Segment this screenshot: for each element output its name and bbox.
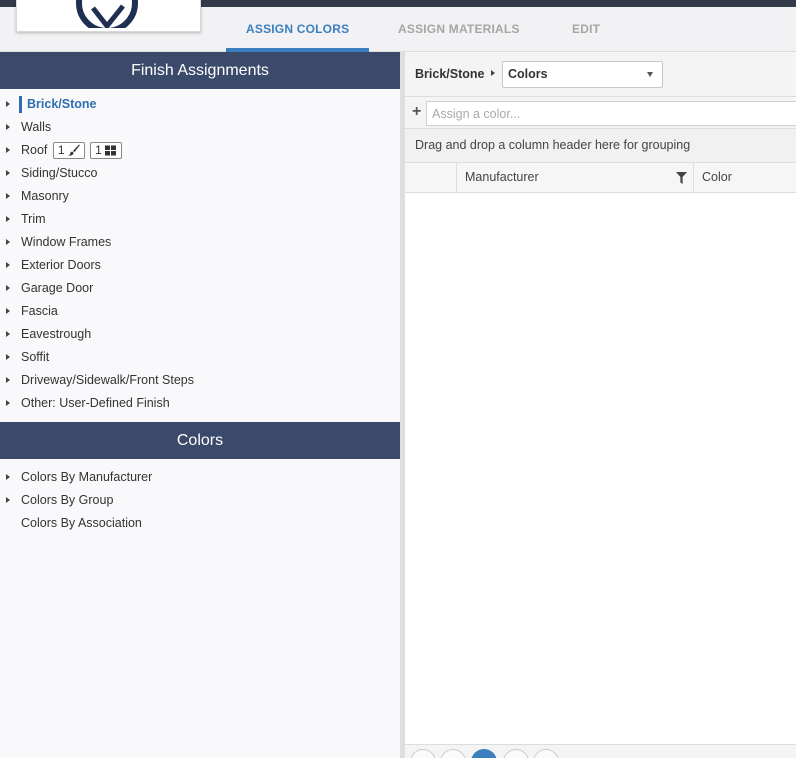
grid-icon — [104, 145, 116, 156]
colors-tree: Colors By Manufacturer Colors By Group C… — [0, 459, 400, 535]
tree-item-fascia[interactable]: Fascia — [0, 300, 400, 323]
breadcrumb[interactable]: Brick/Stone — [415, 67, 484, 81]
tree-item-other-user-defined[interactable]: Other: User-Defined Finish — [0, 392, 400, 415]
caret-right-icon[interactable] — [6, 147, 10, 153]
pager-prev-button[interactable] — [440, 749, 466, 758]
tree-item-label: Siding/Stucco — [21, 166, 98, 180]
tree-item-colors-by-association[interactable]: Colors By Association — [0, 512, 400, 535]
grid-pager — [405, 744, 796, 758]
tree-item-garage-door[interactable]: Garage Door — [0, 277, 400, 300]
caret-right-icon[interactable] — [6, 101, 10, 107]
tree-item-trim[interactable]: Trim — [0, 208, 400, 231]
logo-emblem-icon — [76, 0, 138, 28]
tree-item-label: Exterior Doors — [21, 258, 101, 272]
tab-assign-colors[interactable]: ASSIGN COLORS — [225, 7, 370, 52]
filter-icon[interactable] — [676, 172, 687, 184]
tree-item-label: Roof — [21, 143, 48, 157]
pager-first-button[interactable] — [410, 749, 436, 758]
color-count-badge[interactable]: 1 — [52, 142, 85, 160]
tree-item-roof[interactable]: Roof 1 1 — [0, 139, 400, 162]
badge-count: 1 — [57, 143, 65, 158]
pager-last-button[interactable] — [533, 749, 559, 758]
tree-item-label: Garage Door — [21, 281, 94, 295]
caret-right-icon[interactable] — [6, 285, 10, 291]
column-header-manufacturer[interactable]: Manufacturer — [457, 163, 694, 193]
view-select-value: Colors — [508, 67, 548, 81]
grouping-drop-zone[interactable]: Drag and drop a column header here for g… — [405, 129, 796, 163]
logo[interactable] — [16, 0, 201, 32]
finish-assignments-tree: Brick/Stone Walls Roof 1 1 Siding/Stucco… — [0, 89, 400, 415]
tree-item-label: Driveway/Sidewalk/Front Steps — [21, 373, 194, 387]
pager-next-button[interactable] — [503, 749, 529, 758]
caret-right-icon[interactable] — [6, 474, 10, 480]
grid-body — [405, 193, 796, 744]
caret-right-icon[interactable] — [6, 124, 10, 130]
tree-item-label: Window Frames — [21, 235, 112, 249]
tree-item-walls[interactable]: Walls — [0, 116, 400, 139]
tree-item-label: Walls — [21, 120, 52, 134]
tab-assign-materials[interactable]: ASSIGN MATERIALS — [398, 7, 520, 52]
caret-right-icon[interactable] — [6, 262, 10, 268]
tree-item-label: Other: User-Defined Finish — [21, 396, 170, 410]
tree-item-label: Eavestrough — [21, 327, 92, 341]
caret-right-icon[interactable] — [6, 216, 10, 222]
column-header-label: Manufacturer — [465, 170, 539, 184]
paintbrush-icon — [67, 144, 80, 156]
badge-count: 1 — [95, 143, 102, 158]
tree-item-brick-stone[interactable]: Brick/Stone — [0, 93, 400, 116]
finish-assignments-header: Finish Assignments — [0, 52, 400, 89]
tab-edit[interactable]: EDIT — [572, 7, 600, 52]
caret-right-icon[interactable] — [6, 400, 10, 406]
caret-right-icon[interactable] — [6, 331, 10, 337]
caret-right-icon[interactable] — [6, 239, 10, 245]
caret-right-icon[interactable] — [6, 377, 10, 383]
tree-item-label: Masonry — [21, 189, 69, 203]
tree-item-masonry[interactable]: Masonry — [0, 185, 400, 208]
tree-item-colors-by-manufacturer[interactable]: Colors By Manufacturer — [0, 466, 400, 489]
tree-item-label: Brick/Stone — [27, 97, 97, 111]
breadcrumb-caret-icon — [491, 70, 495, 76]
material-count-badge[interactable]: 1 — [90, 142, 122, 160]
column-header-color[interactable]: Color — [694, 163, 796, 193]
tree-item-soffit[interactable]: Soffit — [0, 346, 400, 369]
tree-item-exterior-doors[interactable]: Exterior Doors — [0, 254, 400, 277]
right-panel-header: Brick/Stone Colors — [405, 52, 796, 97]
assign-color-row: + — [405, 97, 796, 129]
tree-item-label: Colors By Manufacturer — [21, 470, 153, 484]
caret-right-icon[interactable] — [6, 497, 10, 503]
tree-item-label: Soffit — [21, 350, 50, 364]
tree-item-label: Fascia — [21, 304, 58, 318]
view-select[interactable]: Colors — [502, 61, 663, 88]
tree-item-label: Colors By Association — [21, 516, 142, 530]
right-panel: Brick/Stone Colors + Drag and drop a col… — [405, 52, 796, 758]
pager-current-page[interactable] — [471, 749, 497, 758]
assign-color-input[interactable] — [426, 101, 796, 126]
tree-item-colors-by-group[interactable]: Colors By Group — [0, 489, 400, 512]
tree-item-siding-stucco[interactable]: Siding/Stucco — [0, 162, 400, 185]
caret-right-icon[interactable] — [6, 170, 10, 176]
grid-header: Manufacturer Color — [405, 163, 796, 193]
tree-item-label: Colors By Group — [21, 493, 114, 507]
tree-item-driveway[interactable]: Driveway/Sidewalk/Front Steps — [0, 369, 400, 392]
tree-item-label: Trim — [21, 212, 46, 226]
colors-header: Colors — [0, 422, 400, 459]
grid-selector-column — [405, 163, 457, 193]
add-icon[interactable]: + — [412, 103, 421, 121]
caret-right-icon[interactable] — [6, 354, 10, 360]
caret-right-icon[interactable] — [6, 193, 10, 199]
tree-item-eavestrough[interactable]: Eavestrough — [0, 323, 400, 346]
tree-item-window-frames[interactable]: Window Frames — [0, 231, 400, 254]
caret-right-icon[interactable] — [6, 308, 10, 314]
dropdown-arrow-icon — [647, 72, 653, 77]
left-panel: Finish Assignments Brick/Stone Walls Roo… — [0, 52, 400, 758]
